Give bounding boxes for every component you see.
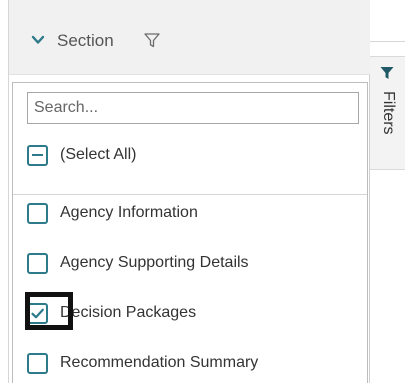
option-checkbox[interactable] bbox=[27, 352, 48, 374]
option-checkbox[interactable] bbox=[27, 202, 48, 224]
search-input[interactable] bbox=[27, 92, 359, 124]
right-pane-top bbox=[370, 0, 405, 42]
filter-outline-icon[interactable] bbox=[143, 31, 161, 49]
select-all-option[interactable]: (Select All) bbox=[27, 140, 367, 170]
filters-pane-tab[interactable]: Filters bbox=[370, 56, 405, 170]
option-agency-information[interactable]: Agency Information bbox=[27, 198, 367, 228]
option-agency-supporting-details[interactable]: Agency Supporting Details bbox=[27, 248, 367, 278]
select-all-checkbox[interactable] bbox=[27, 144, 48, 166]
section-filter-header[interactable]: Section bbox=[9, 0, 370, 75]
option-decision-packages[interactable]: Decision Packages bbox=[25, 292, 367, 330]
filter-pane-screen: Section (Select All) Agency Information … bbox=[0, 0, 405, 383]
option-label: Decision Packages bbox=[60, 304, 197, 321]
option-label: Agency Supporting Details bbox=[60, 254, 249, 271]
list-divider bbox=[13, 194, 367, 195]
select-all-label: (Select All) bbox=[60, 146, 137, 163]
section-filter-title: Section bbox=[57, 31, 114, 50]
section-filter-panel: Section (Select All) Agency Information … bbox=[8, 0, 370, 383]
chevron-down-icon[interactable] bbox=[31, 33, 45, 47]
option-label: Recommendation Summary bbox=[60, 354, 259, 371]
filters-tab-label: Filters bbox=[380, 91, 397, 135]
checkmark-icon bbox=[31, 308, 44, 318]
option-checkbox[interactable] bbox=[27, 252, 48, 274]
filter-dropdown-list: (Select All) Agency Information Agency S… bbox=[12, 82, 368, 383]
option-checkbox-checked[interactable] bbox=[27, 302, 48, 324]
filter-filled-icon bbox=[380, 67, 394, 79]
option-label: Agency Information bbox=[60, 204, 198, 221]
option-recommendation-summary[interactable]: Recommendation Summary bbox=[27, 348, 367, 378]
